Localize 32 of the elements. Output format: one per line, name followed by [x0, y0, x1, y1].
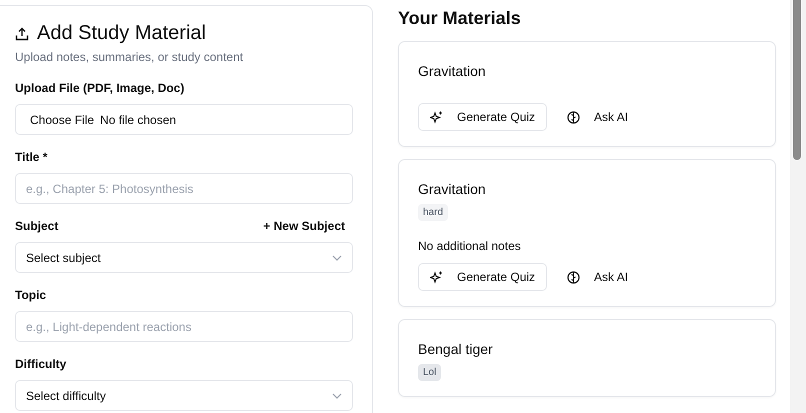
generate-quiz-button[interactable]: Generate Quiz	[418, 263, 548, 291]
select-field[interactable]: Select subject	[15, 242, 353, 273]
material-title: Gravitation	[418, 63, 487, 79]
field-label: Title *	[15, 150, 48, 164]
field-label: Difficulty	[15, 357, 66, 371]
field-label: Upload File (PDF, Image, Doc)	[15, 81, 184, 95]
new-subject-button[interactable]: + New Subject	[263, 219, 353, 233]
field-label: Topic	[15, 288, 46, 302]
chevron-down-icon	[332, 392, 342, 398]
select-field[interactable]: Select difficulty	[15, 380, 353, 411]
chevron-down-icon	[332, 254, 342, 260]
material-title: Bengal tiger	[418, 341, 494, 357]
generate-quiz-button[interactable]: Generate Quiz	[418, 103, 548, 131]
input-field[interactable]: e.g., Light-dependent reactions	[15, 311, 353, 342]
scrollbar-thumb[interactable]	[793, 0, 801, 160]
form-title: Add Study Material	[37, 22, 206, 45]
file-status: No file chosen	[100, 112, 176, 126]
sparkle-icon	[430, 110, 443, 124]
material-title: Gravitation	[418, 181, 487, 197]
file-input[interactable]: Choose File No file chosen	[15, 104, 353, 135]
brain-icon	[567, 110, 580, 124]
form-subtitle: Upload notes, summaries, or study content	[15, 50, 244, 64]
difficulty-tag: hard	[418, 204, 448, 221]
upload-icon	[15, 26, 29, 40]
sparkle-icon	[430, 270, 443, 284]
input-field[interactable]: e.g., Chapter 5: Photosynthesis	[15, 173, 353, 204]
section-title: Your Materials	[398, 8, 522, 29]
difficulty-tag: Lol	[418, 364, 442, 381]
choose-file-button[interactable]: Choose File	[26, 112, 100, 126]
material-notes: No additional notes	[418, 239, 522, 253]
brain-icon	[567, 270, 580, 284]
field-label: Subject	[15, 219, 58, 233]
